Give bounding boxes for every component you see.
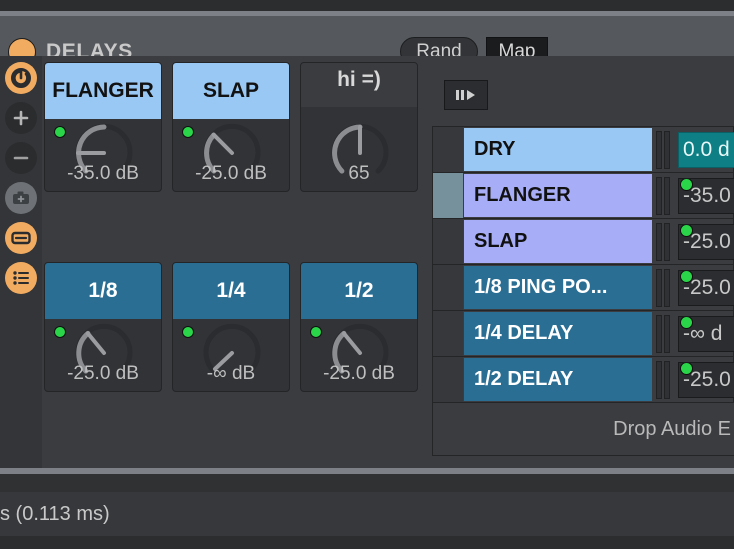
- chain-meter: [656, 269, 672, 307]
- chain-row-handle[interactable]: [433, 173, 463, 218]
- macro-value: -25.0 dB: [67, 363, 139, 384]
- chain-meter: [656, 177, 672, 215]
- chain-row-handle[interactable]: [433, 219, 463, 264]
- chain-row-handle[interactable]: [433, 311, 463, 356]
- top-chrome-strip: [0, 0, 734, 11]
- macro-value: -25.0 dB: [323, 363, 395, 384]
- chain-volume-field[interactable]: -25.0: [678, 362, 734, 398]
- automation-led-icon: [680, 271, 693, 283]
- macro-label: 1/8: [45, 263, 161, 319]
- chain-meter: [656, 131, 672, 169]
- chain-volume-field[interactable]: 0.0 d: [678, 132, 734, 168]
- chain-meter: [656, 315, 672, 353]
- play-pause-icon: [456, 90, 475, 100]
- chain-row[interactable]: SLAP -25.0: [433, 219, 734, 265]
- meter-left: [656, 269, 662, 307]
- chain-row[interactable]: 1/4 DELAY -∞ d: [433, 311, 734, 357]
- macro-led-icon: [182, 126, 194, 138]
- meter-right: [664, 269, 670, 307]
- add-macro-icon[interactable]: [5, 102, 37, 134]
- macro-label: SLAP: [173, 63, 289, 119]
- chain-name[interactable]: SLAP: [464, 220, 652, 263]
- remove-macro-icon[interactable]: [5, 142, 37, 174]
- chain-row[interactable]: 1/2 DELAY -25.0: [433, 357, 734, 403]
- chain-volume-field[interactable]: -35.0: [678, 178, 734, 214]
- automation-led-icon: [680, 317, 693, 329]
- automation-led-icon: [680, 225, 693, 237]
- macro-cell[interactable]: FLANGER -35.0 dB: [44, 62, 162, 192]
- drop-audio-effects-zone[interactable]: Drop Audio E: [433, 403, 734, 455]
- meter-right: [664, 223, 670, 261]
- macro-label: FLANGER: [45, 63, 161, 119]
- chain-name[interactable]: 1/4 DELAY: [464, 312, 652, 355]
- automation-led-icon: [680, 179, 693, 191]
- meter-left: [656, 223, 662, 261]
- macro-variations-icon[interactable]: [5, 62, 37, 94]
- macro-grid: FLANGER -35.0 dB SLAP -25.0 dB hi =) 65 …: [44, 62, 422, 460]
- macro-led-icon: [182, 326, 194, 338]
- macro-label: 1/4: [173, 263, 289, 319]
- macro-value: -∞ dB: [206, 363, 256, 384]
- macro-value: 65: [348, 163, 370, 184]
- automation-led-icon: [680, 363, 693, 375]
- chain-row-handle[interactable]: [433, 127, 463, 172]
- macro-label: 1/2: [301, 263, 417, 319]
- meter-left: [656, 315, 662, 353]
- macro-value: -35.0 dB: [67, 163, 139, 184]
- ableton-rack-device: DELAYS Rand Map FLANGER -35.0 dB SLAP -2…: [0, 0, 734, 549]
- chain-name[interactable]: 1/8 PING PO...: [464, 266, 652, 309]
- macro-cell[interactable]: hi =) 65: [300, 62, 418, 192]
- macro-cell[interactable]: SLAP -25.0 dB: [172, 62, 290, 192]
- macro-led-icon: [54, 326, 66, 338]
- macro-cell[interactable]: 1/2 -25.0 dB: [300, 262, 418, 392]
- chain-name[interactable]: FLANGER: [464, 174, 652, 217]
- chain-row-handle[interactable]: [433, 357, 463, 402]
- chain-list-icon[interactable]: [5, 262, 37, 294]
- device-icon-rail: [0, 56, 42, 468]
- chain-row[interactable]: 1/8 PING PO... -25.0: [433, 265, 734, 311]
- macro-cell[interactable]: 1/8 -25.0 dB: [44, 262, 162, 392]
- macro-value: -25.0 dB: [195, 163, 267, 184]
- chain-name[interactable]: 1/2 DELAY: [464, 358, 652, 401]
- chain-row[interactable]: DRY 0.0 d: [433, 127, 734, 173]
- chain-row-handle[interactable]: [433, 265, 463, 310]
- chain-name[interactable]: DRY: [464, 128, 652, 171]
- chain-list-panel: DRY 0.0 d FLANGER -35.0 SLAP -25.0 1/8 P…: [430, 62, 734, 460]
- show-macros-icon[interactable]: [5, 222, 37, 254]
- meter-right: [664, 131, 670, 169]
- chain-row[interactable]: FLANGER -35.0: [433, 173, 734, 219]
- device-header: DELAYS Rand Map: [0, 16, 734, 66]
- chain-meter: [656, 361, 672, 399]
- meter-right: [664, 315, 670, 353]
- meter-left: [656, 131, 662, 169]
- auto-select-play-pause-button[interactable]: [444, 80, 488, 110]
- chain-meter: [656, 223, 672, 261]
- meter-right: [664, 177, 670, 215]
- chain-volume-field[interactable]: -∞ d: [678, 316, 734, 352]
- meter-right: [664, 361, 670, 399]
- chain-list: DRY 0.0 d FLANGER -35.0 SLAP -25.0 1/8 P…: [432, 126, 734, 456]
- status-bar: s (0.113 ms): [0, 492, 734, 536]
- macro-led-icon: [310, 326, 322, 338]
- meter-left: [656, 361, 662, 399]
- snapshot-camera-icon[interactable]: [5, 182, 37, 214]
- meter-left: [656, 177, 662, 215]
- macro-led-icon: [54, 126, 66, 138]
- chain-volume-field[interactable]: -25.0: [678, 224, 734, 260]
- macro-label: hi =): [301, 63, 417, 107]
- bottom-chrome-strip: [0, 536, 734, 549]
- macro-cell[interactable]: 1/4 -∞ dB: [172, 262, 290, 392]
- chain-volume-field[interactable]: -25.0: [678, 270, 734, 306]
